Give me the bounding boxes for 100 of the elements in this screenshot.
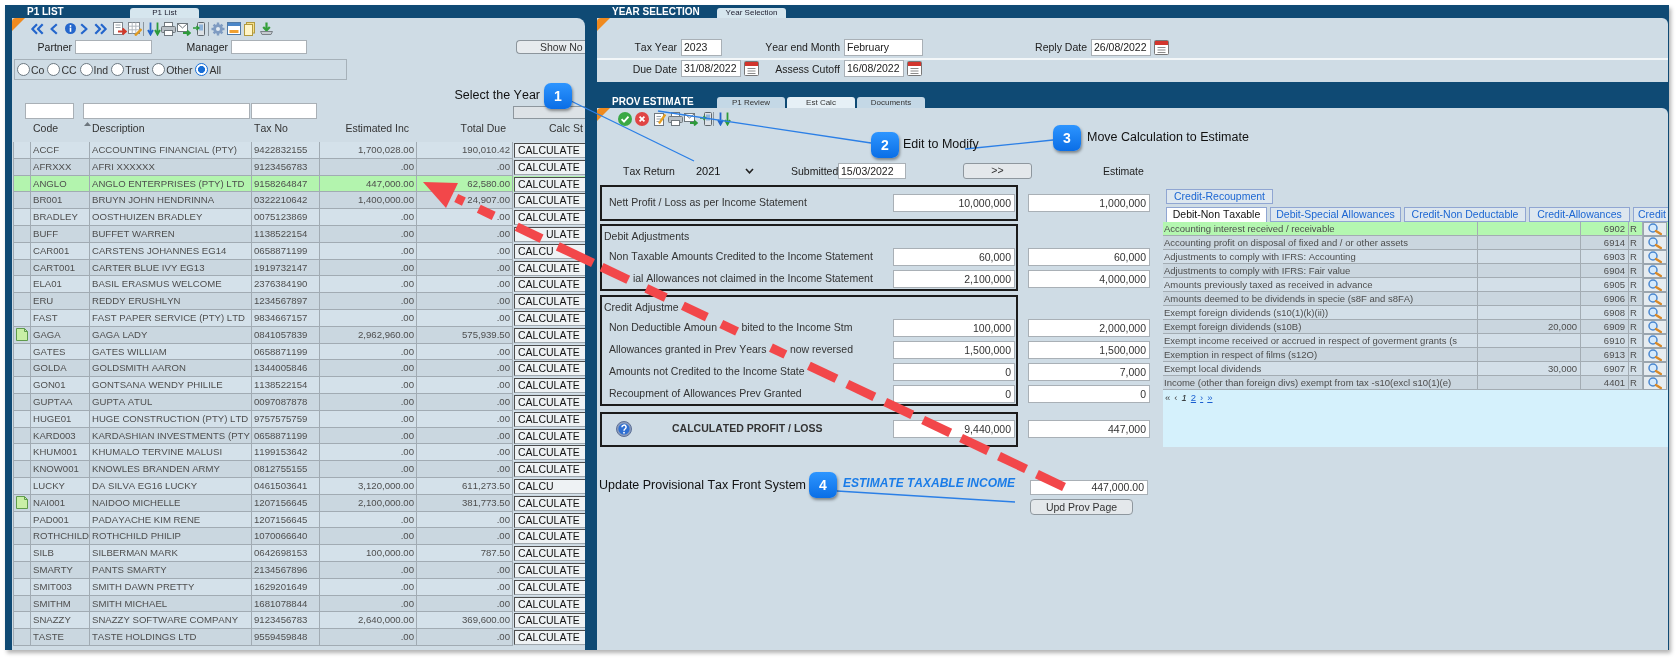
partner-field[interactable] <box>75 40 152 54</box>
table-row[interactable]: BR001 BRUYN JOHN HENDRINNA 0322210642 1,400,000.00 24,907.00 CALCULATE <box>13 192 585 210</box>
return-amount-field[interactable]: 0 <box>893 385 1015 403</box>
date-field[interactable]: 15/03/2022 <box>838 162 906 179</box>
return-amount-field[interactable]: 0 <box>893 363 1015 381</box>
calendar-icon[interactable] <box>744 61 759 76</box>
date-field[interactable]: 16/08/2022 <box>844 60 904 77</box>
printer-icon[interactable] <box>668 112 683 126</box>
estimate-amount-field[interactable]: 1,000,000 <box>1028 194 1150 212</box>
phone-arrow-icon[interactable] <box>700 112 712 126</box>
panel-tab[interactable]: Year Selection <box>717 8 786 18</box>
search-button[interactable] <box>1643 362 1667 376</box>
table-row[interactable]: ERU REDDY ERUSHLYN 1234567897 .00 .00 CALCULATE <box>13 293 585 310</box>
search-button[interactable] <box>1643 222 1667 236</box>
table-row[interactable]: Amounts previously taxed as received in advance 6905 R <box>1163 278 1668 292</box>
column-header[interactable]: Description <box>92 122 145 135</box>
status-filter-field[interactable] <box>513 106 585 119</box>
column-header[interactable]: Total Due <box>460 122 506 135</box>
envelope-arrow-icon[interactable] <box>684 112 698 126</box>
documents-icon[interactable] <box>244 21 255 36</box>
gear-icon[interactable] <box>211 21 225 36</box>
info-icon[interactable] <box>65 23 76 34</box>
search-button[interactable] <box>1643 292 1667 306</box>
tab[interactable]: Credit-Allowances <box>1529 207 1630 222</box>
table-row[interactable]: GON01 GONTSANA WENDY PHILILE 1138522154 .00 .00 CALCULATE <box>13 377 585 394</box>
chevron-left-icon[interactable] <box>50 22 58 35</box>
estimate-amount-field[interactable]: 4,000,000 <box>1028 270 1150 288</box>
radio-button[interactable] <box>79 63 93 76</box>
radio-button[interactable] <box>195 63 209 76</box>
return-amount-field[interactable]: 10,000,000 <box>893 194 1015 212</box>
code-filter-field[interactable] <box>25 103 74 119</box>
page-link[interactable]: » <box>1207 392 1213 403</box>
table-row[interactable]: ACCF ACCOUNTING FINANCIAL (PTY) 9422832155 1,700,028.00 190,010.42 CALCULATE <box>13 142 585 159</box>
table-row[interactable]: ROTHCHILD ROTHCHILD PHILIP 1070066640 .00 .00 CALCULATE <box>13 528 585 546</box>
table-row[interactable]: Income (other than foreign divs) exempt from tax -s10(excl s10(1)(e) 4401 R <box>1163 376 1668 390</box>
document-arrow-icon[interactable] <box>113 21 127 36</box>
double-chevron-left-icon[interactable] <box>31 22 44 35</box>
page-link[interactable]: 2 <box>1190 392 1197 403</box>
table-row[interactable]: TASTE TASTE HOLDINGS LTD 9559459848 .00 .00 CALCULATE <box>13 629 585 646</box>
table-row[interactable]: GOLDA GOLDSMITH AARON 1344005846 .00 .00 CALCULATE <box>13 360 585 378</box>
estimate-amount-field[interactable]: 1,500,000 <box>1028 341 1150 359</box>
estimate-amount-field[interactable]: 2,000,000 <box>1028 319 1150 337</box>
help-icon[interactable] <box>616 421 632 437</box>
date-field[interactable]: 31/08/2022 <box>681 60 741 77</box>
tab[interactable]: Credit-Non Deductable <box>1404 207 1526 222</box>
down-arrows-icon[interactable] <box>147 21 161 36</box>
table-row[interactable]: Accounting interest received / receivable 6902 R <box>1163 222 1668 236</box>
column-header[interactable]: Tax No <box>254 122 288 135</box>
column-header[interactable]: Calc St <box>549 122 583 135</box>
manager-field[interactable] <box>231 40 307 54</box>
tab[interactable]: Debit-Non Taxable <box>1166 207 1267 222</box>
return-amount-field[interactable]: 2,100,000 <box>893 270 1015 288</box>
phone-arrow-icon[interactable] <box>193 21 205 36</box>
search-button[interactable] <box>1643 348 1667 362</box>
date-field[interactable]: 26/08/2022 <box>1091 38 1151 56</box>
table-row[interactable]: BRADLEY OOSTHUIZEN BRADLEY 0075123869 .00 .00 CALCULATE <box>13 209 585 226</box>
search-button[interactable] <box>1643 306 1667 320</box>
search-button[interactable] <box>1643 264 1667 278</box>
search-button[interactable] <box>1643 334 1667 348</box>
return-amount-field[interactable]: 1,500,000 <box>893 341 1015 359</box>
search-button[interactable] <box>1643 320 1667 334</box>
tab[interactable]: Est Calc <box>787 97 855 108</box>
table-row[interactable]: Exemption in respect of films (s12O) 6913 R <box>1163 348 1668 362</box>
show-button[interactable]: Show No <box>516 40 585 54</box>
return-amount-field[interactable]: 100,000 <box>893 319 1015 337</box>
table-row[interactable]: Exempt foreign dividends (s10(1)(k)(ii)) 6908 R <box>1163 306 1668 320</box>
calendar-icon[interactable] <box>1154 39 1169 55</box>
down-arrows-icon[interactable] <box>717 112 731 126</box>
check-icon[interactable] <box>618 112 632 126</box>
move-button[interactable]: >> <box>963 162 1032 179</box>
table-row[interactable]: KHUM001 KHUMALO TERVINE MALUSI 1199153642 .00 .00 CALCULATE <box>13 444 585 462</box>
tax-number-filter-field[interactable] <box>251 103 317 119</box>
search-button[interactable] <box>1643 376 1667 390</box>
table-row[interactable]: Accounting profit on disposal of fixed and / or other assets 6914 R <box>1163 236 1668 250</box>
estimate-amount-field[interactable]: 60,000 <box>1028 248 1150 266</box>
text-field[interactable]: 2023 <box>681 38 722 56</box>
return-amount-field[interactable]: 60,000 <box>893 248 1015 266</box>
search-button[interactable] <box>1643 278 1667 292</box>
table-row[interactable]: Exempt income received or accrued in respect of goverment grants (s 6910 R <box>1163 334 1668 348</box>
tax-return-select[interactable]: 2021 <box>688 162 760 179</box>
search-button[interactable] <box>1643 236 1667 250</box>
calendar-icon[interactable] <box>907 61 922 76</box>
page-link[interactable]: › <box>1200 392 1204 403</box>
printer-icon[interactable] <box>161 21 176 36</box>
panel-tab[interactable]: P1 List <box>130 8 199 18</box>
description-filter-field[interactable] <box>83 103 250 119</box>
search-button[interactable] <box>1643 250 1667 264</box>
estimate-amount-field[interactable]: 447,000 <box>1028 420 1150 438</box>
envelope-arrow-icon[interactable] <box>177 21 191 36</box>
radio-button[interactable] <box>111 63 125 76</box>
tab[interactable]: Debit-Special Allowances <box>1270 207 1401 222</box>
chevron-right-icon[interactable] <box>80 22 88 35</box>
estimate-amount-field[interactable]: 7,000 <box>1028 363 1150 381</box>
taxable-income-field[interactable]: 447,000.00 <box>1030 480 1148 495</box>
tab[interactable]: Documents <box>857 97 925 108</box>
x-circle-icon[interactable] <box>635 112 649 126</box>
update-button[interactable]: Upd Prov Page <box>1030 499 1133 515</box>
radio-button[interactable] <box>47 63 61 76</box>
table-row[interactable]: Amounts deemed to be dividends in specie (s8F and s8FA) 6906 R <box>1163 292 1668 306</box>
column-header[interactable]: Estimated Inc <box>345 122 409 135</box>
